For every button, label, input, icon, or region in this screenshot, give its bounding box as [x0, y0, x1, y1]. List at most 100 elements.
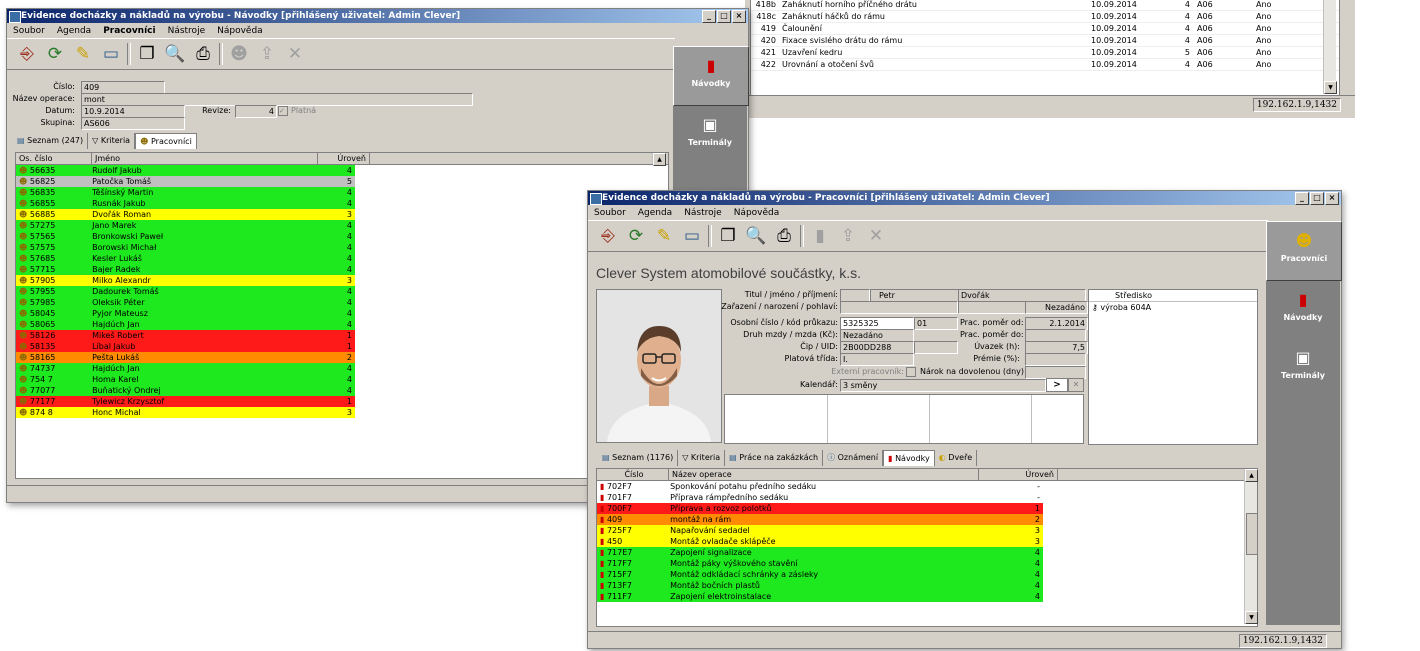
- table-row[interactable]: ☻ 57685 Kesler Lukáš 4: [16, 253, 355, 264]
- externi-checkbox[interactable]: [906, 367, 916, 377]
- menu-soubor[interactable]: Soubor: [13, 26, 45, 36]
- col-jmeno[interactable]: Jméno: [92, 153, 318, 164]
- folder-icon[interactable]: ❐: [716, 224, 740, 248]
- col-stredisko[interactable]: Středisko: [1089, 290, 1257, 301]
- table-row[interactable]: 421 Uzavření kedru 10.09.2014 5 A06 Ano: [751, 47, 1339, 59]
- tab-navodky[interactable]: ▮ Návodky: [883, 450, 935, 466]
- tab-seznam[interactable]: ▤ Seznam (247): [13, 133, 89, 149]
- side-navodky[interactable]: ▮ Návodky: [673, 46, 749, 106]
- print-preview-icon[interactable]: 🔍: [163, 42, 187, 66]
- minimize-icon[interactable]: _: [1295, 192, 1309, 205]
- tab-dvere[interactable]: ◐ Dveře: [935, 450, 978, 466]
- tab-prace-na-zakazkach[interactable]: ▤ Práce na zakázkách: [725, 450, 824, 466]
- table-row[interactable]: ☻ 77177 Tylewicz Krzysztof 1: [16, 396, 355, 407]
- exit-icon[interactable]: ⎆: [596, 224, 620, 248]
- menu-agenda[interactable]: Agenda: [638, 208, 672, 218]
- table-row[interactable]: ▮ 450 Montáž ovladače sklápěče 3: [597, 536, 1257, 547]
- skupina-field[interactable]: AS606: [81, 117, 185, 130]
- book-icon[interactable]: ▮: [808, 224, 832, 248]
- narozeni-field[interactable]: [958, 301, 1026, 314]
- print-icon[interactable]: ⎙: [191, 42, 215, 66]
- table-row[interactable]: ☻ 74737 Hajdúch Jan 4: [16, 363, 355, 374]
- table-row[interactable]: 418b Zaháknutí horního příčného drátu 10.0…: [751, 0, 1339, 11]
- table-row[interactable]: ☻ 58045 Pyjor Mateusz 4: [16, 308, 355, 319]
- col-cislo[interactable]: Číslo: [597, 469, 669, 480]
- side-terminaly[interactable]: ▣ Terminály: [673, 106, 747, 164]
- table-row[interactable]: ☻ 57905 Milko Alexandr 3: [16, 275, 355, 286]
- revize-field[interactable]: 4: [235, 105, 277, 118]
- side-pracovnici[interactable]: ☻ Pracovníci: [1266, 221, 1342, 281]
- workers-scrollbar[interactable]: ▲: [652, 153, 666, 166]
- kod-field[interactable]: 01: [914, 317, 958, 330]
- menu-napoveda[interactable]: Nápověda: [217, 26, 263, 36]
- monitor-icon[interactable]: ▭: [99, 42, 123, 66]
- print-icon[interactable]: ⎙: [772, 224, 796, 248]
- folder-icon[interactable]: ❐: [135, 42, 159, 66]
- menu-nastroje[interactable]: Nástroje: [684, 208, 722, 218]
- table-row[interactable]: ☻ 58135 Líbal Jakub 1: [16, 341, 355, 352]
- close-window-icon[interactable]: ×: [732, 10, 746, 23]
- table-row[interactable]: 422 Urovnání a otočení švů 10.09.2014 4 A06 A…: [751, 59, 1339, 71]
- export-icon[interactable]: ⇪: [255, 42, 279, 66]
- table-row[interactable]: ☻ 58126 Mikeš Robert 1: [16, 330, 355, 341]
- exit-icon[interactable]: ⎆: [15, 42, 39, 66]
- tab-kriteria[interactable]: ▽ Kriteria: [88, 133, 136, 149]
- table-row[interactable]: ▮ 701F7 Příprava rámpředního sedáku -: [597, 492, 1257, 503]
- table-row[interactable]: 418c Zaháknutí háčků do rámu 10.09.2014 4 A0…: [751, 11, 1339, 23]
- table-row[interactable]: ☻ 57565 Bronkowski Paweł 4: [16, 231, 355, 242]
- close-icon[interactable]: ✕: [864, 224, 888, 248]
- table-row[interactable]: ▮ 702F7 Sponkování potahu předního sedáku…: [597, 481, 1257, 492]
- trida-field[interactable]: I.: [840, 353, 914, 366]
- close-window-icon[interactable]: ×: [1325, 192, 1339, 205]
- table-row[interactable]: ☻ 874 8 Honc Michal 3: [16, 407, 355, 418]
- edit-icon[interactable]: ✎: [71, 42, 95, 66]
- menu-nastroje[interactable]: Nástroje: [168, 26, 206, 36]
- uid-field[interactable]: [914, 341, 958, 354]
- refresh-icon[interactable]: ⟳: [43, 42, 67, 66]
- kalendar-field[interactable]: 3 směny: [840, 379, 1046, 392]
- edit-icon[interactable]: ✎: [652, 224, 676, 248]
- table-row[interactable]: ☻ 56635 Rudolf Jakub 4: [16, 165, 355, 176]
- table-row[interactable]: 419 Čalounění 10.09.2014 4 A06 Ano: [751, 23, 1339, 35]
- zarazeni-field[interactable]: [840, 301, 958, 314]
- col-uroven[interactable]: Úroveň: [979, 469, 1058, 480]
- table-row[interactable]: ☻ 58065 Hajdúch Jan 4: [16, 319, 355, 330]
- background-scrollbar[interactable]: ▼: [1323, 0, 1337, 94]
- table-row[interactable]: ▮ 717E7 Zapojení signalizace 4: [597, 547, 1257, 558]
- table-row[interactable]: ☻ 56825 Patočka Tomáš 5: [16, 176, 355, 187]
- table-row[interactable]: ☻ 754 7 Homa Karel 4: [16, 374, 355, 385]
- menu-napoveda[interactable]: Nápověda: [734, 208, 780, 218]
- table-row[interactable]: ☻ 57275 Jano Marek 4: [16, 220, 355, 231]
- table-row[interactable]: 420 Fixace svislého drátu do rámu 10.09.20…: [751, 35, 1339, 47]
- table-row[interactable]: ☻ 57985 Oleksik Péter 4: [16, 297, 355, 308]
- menu-agenda[interactable]: Agenda: [57, 26, 91, 36]
- table-row[interactable]: ▮ 717F7 Montáž páky výškového stavění 4: [597, 558, 1257, 569]
- menu-pracovnici[interactable]: Pracovníci: [103, 26, 155, 36]
- table-row[interactable]: ☻ 57955 Dadourek Tomáš 4: [16, 286, 355, 297]
- tab-oznameni[interactable]: ⓘ Oznámení: [823, 450, 884, 466]
- maximize-icon[interactable]: □: [1310, 192, 1324, 205]
- table-row[interactable]: ☻ 57575 Borowski Michał 4: [16, 242, 355, 253]
- tab-pracovnici[interactable]: ☻ Pracovníci: [135, 133, 197, 149]
- kalendar-clear-button[interactable]: ✕: [1068, 378, 1084, 392]
- minimize-icon[interactable]: _: [702, 10, 716, 23]
- table-row[interactable]: ▮ 725F7 Napařování sedadel 3: [597, 525, 1257, 536]
- kalendar-select-button[interactable]: >: [1046, 378, 1068, 392]
- window-navodky-titlebar[interactable]: Evidence docházky a nákladů na výrobu - …: [7, 9, 748, 23]
- table-row[interactable]: ☻ 56855 Rusnák Jakub 4: [16, 198, 355, 209]
- col-os-cislo[interactable]: Os. číslo: [16, 153, 92, 164]
- table-row[interactable]: ▮ 713F7 Montáž bočních plastů 4: [597, 580, 1257, 591]
- table-row[interactable]: ▮ 715F7 Montáž odkládací schránky a zásle…: [597, 569, 1257, 580]
- side-navodky[interactable]: ▮ Návodky: [1266, 281, 1340, 339]
- users-icon[interactable]: ☻: [227, 42, 251, 66]
- close-icon[interactable]: ✕: [283, 42, 307, 66]
- table-row[interactable]: ☻ 56835 Těšínský Martin 4: [16, 187, 355, 198]
- tab-seznam[interactable]: ▤ Seznam (1176): [598, 450, 679, 466]
- pohlavi-field[interactable]: Nezadáno: [1025, 301, 1088, 314]
- tab-kriteria[interactable]: ▽ Kriteria: [678, 450, 726, 466]
- col-nazev-operace[interactable]: Název operace: [669, 469, 979, 480]
- side-terminaly[interactable]: ▣ Terminály: [1266, 339, 1340, 397]
- platna-checkbox[interactable]: ✓: [278, 106, 288, 116]
- col-uroven[interactable]: Úroveň: [318, 153, 370, 164]
- operations-scrollbar[interactable]: ▲ ▼: [1244, 469, 1258, 624]
